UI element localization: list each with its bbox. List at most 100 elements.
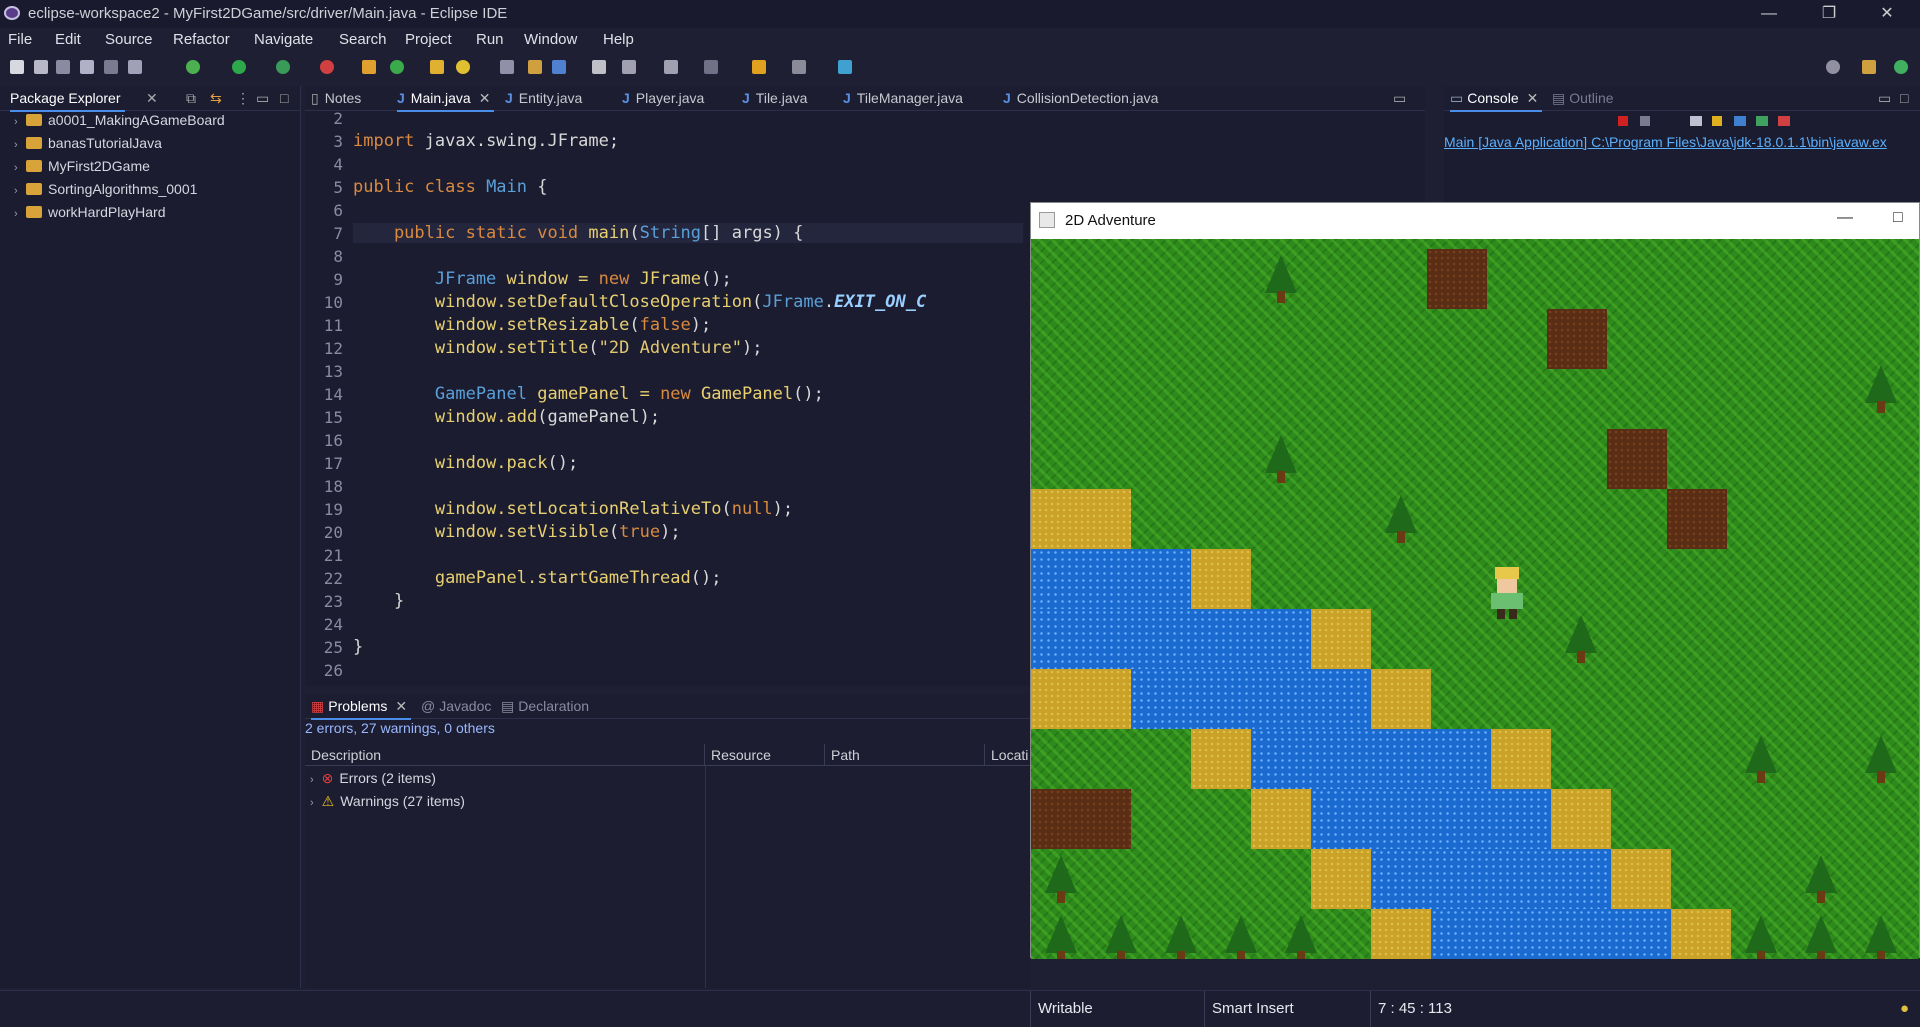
tab-player-java[interactable]: J Player.java <box>622 86 704 110</box>
chevron-right-icon[interactable]: › <box>14 208 26 220</box>
project-item[interactable]: › MyFirst2DGame <box>14 158 150 174</box>
errors-row[interactable]: › ⊗ Errors (2 items) <box>310 770 436 787</box>
word-wrap-icon[interactable] <box>1734 116 1746 126</box>
open-type-icon[interactable] <box>430 60 444 74</box>
chevron-right-icon[interactable]: › <box>14 116 26 128</box>
show-whitespace-icon[interactable] <box>592 60 606 74</box>
tab-javadoc[interactable]: @ Javadoc <box>421 694 491 718</box>
tab-tile-java[interactable]: J Tile.java <box>742 86 807 110</box>
terminate-icon[interactable] <box>1618 116 1628 126</box>
maximize-icon[interactable]: □ <box>1900 86 1908 110</box>
chevron-right-icon[interactable]: › <box>310 774 314 786</box>
tab-console[interactable]: ▭ Console ✕ <box>1450 86 1543 112</box>
menu-refactor[interactable]: Refactor <box>173 31 230 48</box>
column-description[interactable]: Description <box>305 744 705 766</box>
menu-help[interactable]: Help <box>603 31 634 48</box>
toggle-ant-icon[interactable] <box>128 60 142 74</box>
tab-main-java[interactable]: J Main.java ✕ <box>397 86 495 112</box>
tab-entity-java[interactable]: J Entity.java <box>505 86 582 110</box>
close-icon[interactable]: ✕ <box>146 86 158 110</box>
tab-outline[interactable]: ▤ Outline <box>1552 86 1614 110</box>
water-tile <box>1251 729 1491 789</box>
mark-occurrences-icon[interactable] <box>528 60 542 74</box>
new-class-icon[interactable] <box>390 60 404 74</box>
minimize-icon[interactable]: ▭ <box>256 86 269 110</box>
tab-tilemanager-java[interactable]: J TileManager.java <box>843 86 963 110</box>
menu-window[interactable]: Window <box>524 31 577 48</box>
close-button[interactable]: ✕ <box>1864 0 1910 28</box>
coverage-icon[interactable] <box>276 60 290 74</box>
minimize-icon[interactable]: ▭ <box>1393 86 1406 110</box>
tab-declaration[interactable]: ▤ Declaration <box>501 694 589 718</box>
menu-run[interactable]: Run <box>476 31 504 48</box>
run-icon[interactable] <box>232 60 246 74</box>
save-all-icon[interactable] <box>56 60 70 74</box>
column-resource[interactable]: Resource <box>705 744 825 766</box>
show-console-icon[interactable] <box>1756 116 1768 126</box>
minimize-icon[interactable]: ▭ <box>1878 86 1891 110</box>
menu-source[interactable]: Source <box>105 31 153 48</box>
search-icon[interactable] <box>1826 60 1840 74</box>
close-icon[interactable]: ✕ <box>395 698 407 714</box>
menu-search[interactable]: Search <box>339 31 387 48</box>
menu-file[interactable]: File <box>8 31 32 48</box>
next-annotation-icon[interactable] <box>622 60 636 74</box>
project-item[interactable]: › SortingAlgorithms_0001 <box>14 181 197 197</box>
project-item[interactable]: › a0001_MakingAGameBoard <box>14 112 225 128</box>
tab-package-explorer[interactable]: Package Explorer <box>10 86 125 112</box>
chevron-right-icon[interactable]: › <box>14 139 26 151</box>
game-minimize-button[interactable]: — <box>1837 209 1853 227</box>
column-location[interactable]: Locati <box>985 744 1030 766</box>
menu-project[interactable]: Project <box>405 31 452 48</box>
external-tools-icon[interactable] <box>320 60 334 74</box>
back-icon[interactable] <box>752 60 766 74</box>
game-window[interactable]: 2D Adventure — □ <box>1030 202 1920 959</box>
last-edit-icon[interactable] <box>704 60 718 74</box>
remove-launch-icon[interactable] <box>1640 116 1650 126</box>
open-task-icon[interactable] <box>500 60 514 74</box>
new-java-project-icon[interactable] <box>362 60 376 74</box>
game-maximize-button[interactable]: □ <box>1893 209 1903 227</box>
debug-icon[interactable] <box>186 60 200 74</box>
print-icon[interactable] <box>80 60 94 74</box>
scroll-lock-icon[interactable] <box>1712 116 1722 126</box>
status-insert-mode[interactable]: Smart Insert <box>1212 1000 1294 1017</box>
chevron-right-icon[interactable]: › <box>14 185 26 197</box>
minimize-button[interactable]: — <box>1746 0 1792 28</box>
chevron-right-icon[interactable]: › <box>310 797 314 809</box>
console-launch-label[interactable]: Main [Java Application] C:\Program Files… <box>1444 134 1920 150</box>
menu-edit[interactable]: Edit <box>55 31 81 48</box>
forward-icon[interactable] <box>792 60 806 74</box>
skip-breakpoints-icon[interactable] <box>104 60 118 74</box>
save-icon[interactable] <box>34 60 48 74</box>
previous-annotation-icon[interactable] <box>664 60 678 74</box>
new-icon[interactable] <box>10 60 24 74</box>
column-path[interactable]: Path <box>825 744 985 766</box>
show-error-icon[interactable] <box>1778 116 1790 126</box>
collapse-all-icon[interactable]: ⧉ <box>186 86 196 110</box>
project-item[interactable]: › banasTutorialJava <box>14 135 162 151</box>
clear-console-icon[interactable] <box>1690 116 1702 126</box>
maximize-button[interactable]: ❐ <box>1806 0 1852 28</box>
maximize-icon[interactable]: □ <box>280 86 288 110</box>
close-icon[interactable]: ✕ <box>1527 90 1539 106</box>
tab-collisiondetection-java[interactable]: J CollisionDetection.java <box>1003 86 1158 110</box>
chevron-right-icon[interactable]: › <box>14 162 26 174</box>
word-wrap-icon[interactable] <box>552 60 566 74</box>
game-title: 2D Adventure <box>1065 212 1156 229</box>
java-perspective-icon[interactable] <box>1894 60 1908 74</box>
warnings-row[interactable]: › ⚠ Warnings (27 items) <box>310 793 465 810</box>
game-canvas[interactable] <box>1031 239 1919 959</box>
close-icon[interactable]: ✕ <box>479 90 491 106</box>
menu-navigate[interactable]: Navigate <box>254 31 313 48</box>
tab-problems[interactable]: ▦ Problems ✕ <box>311 694 412 720</box>
project-item[interactable]: › workHardPlayHard <box>14 204 165 220</box>
view-menu-icon[interactable]: ⋮ <box>236 86 250 110</box>
link-with-editor-icon[interactable]: ⇆ <box>210 86 222 110</box>
tab-notes[interactable]: ▯ Notes <box>311 86 361 110</box>
pin-editor-icon[interactable] <box>838 60 852 74</box>
game-title-bar[interactable]: 2D Adventure — □ <box>1031 203 1919 239</box>
lightbulb-icon[interactable]: ● <box>1900 1000 1909 1017</box>
open-perspective-icon[interactable] <box>1862 60 1876 74</box>
search-icon[interactable] <box>456 60 470 74</box>
